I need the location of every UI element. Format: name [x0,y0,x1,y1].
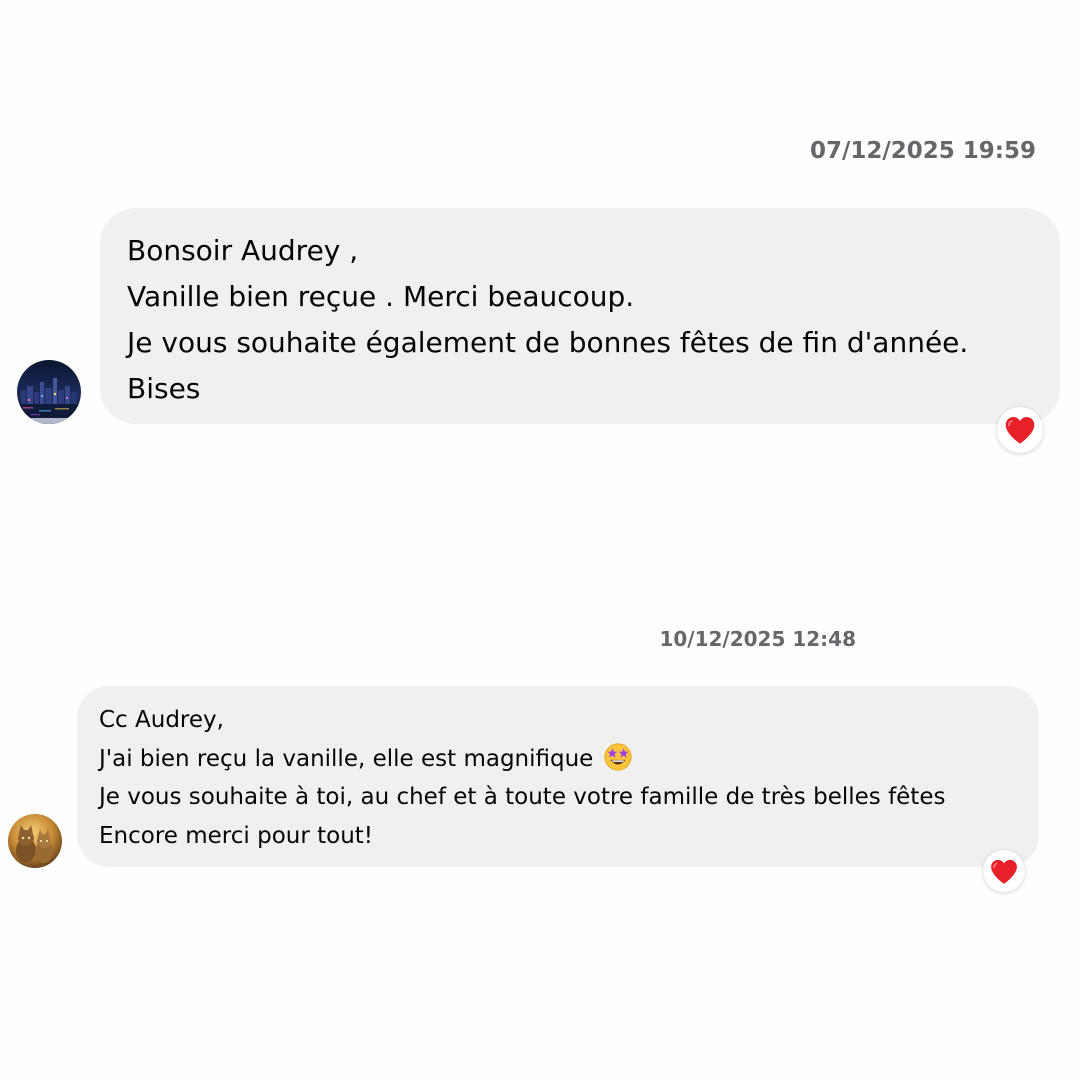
message-bubble[interactable]: Bonsoir Audrey , Vanille bien reçue . Me… [100,208,1060,424]
sender-avatar[interactable] [8,814,62,868]
heart-reaction[interactable] [983,850,1025,892]
heart-reaction[interactable] [997,407,1043,453]
message-line: Je vous souhaite également de bonnes fêt… [127,326,969,359]
sender-avatar[interactable] [17,360,81,424]
message-line: Bonsoir Audrey , [127,234,359,267]
message-line: Cc Audrey, [99,707,224,733]
message-line: Bises [127,372,201,405]
heart-icon [1005,417,1035,444]
message-bubble[interactable]: Cc Audrey, J'ai bien reçu la vanille, el… [77,686,1039,867]
message-line: Encore merci pour tout! [99,822,374,849]
message-line: J'ai bien reçu la vanille, elle est magn… [99,740,1019,779]
heart-icon [991,859,1017,884]
message-line-text: J'ai bien reçu la vanille, elle est magn… [99,745,594,772]
message-line: Je vous souhaite à toi, au chef et à tou… [99,784,946,810]
message-line: Vanille bien reçue . Merci beaucoup. [127,280,635,313]
city-night-avatar-image [17,360,81,424]
star-struck-emoji-icon [604,742,632,771]
message-timestamp: 10/12/2025 12:48 [659,627,856,651]
cats-avatar-image [8,814,62,868]
message-timestamp: 07/12/2025 19:59 [809,138,1036,164]
